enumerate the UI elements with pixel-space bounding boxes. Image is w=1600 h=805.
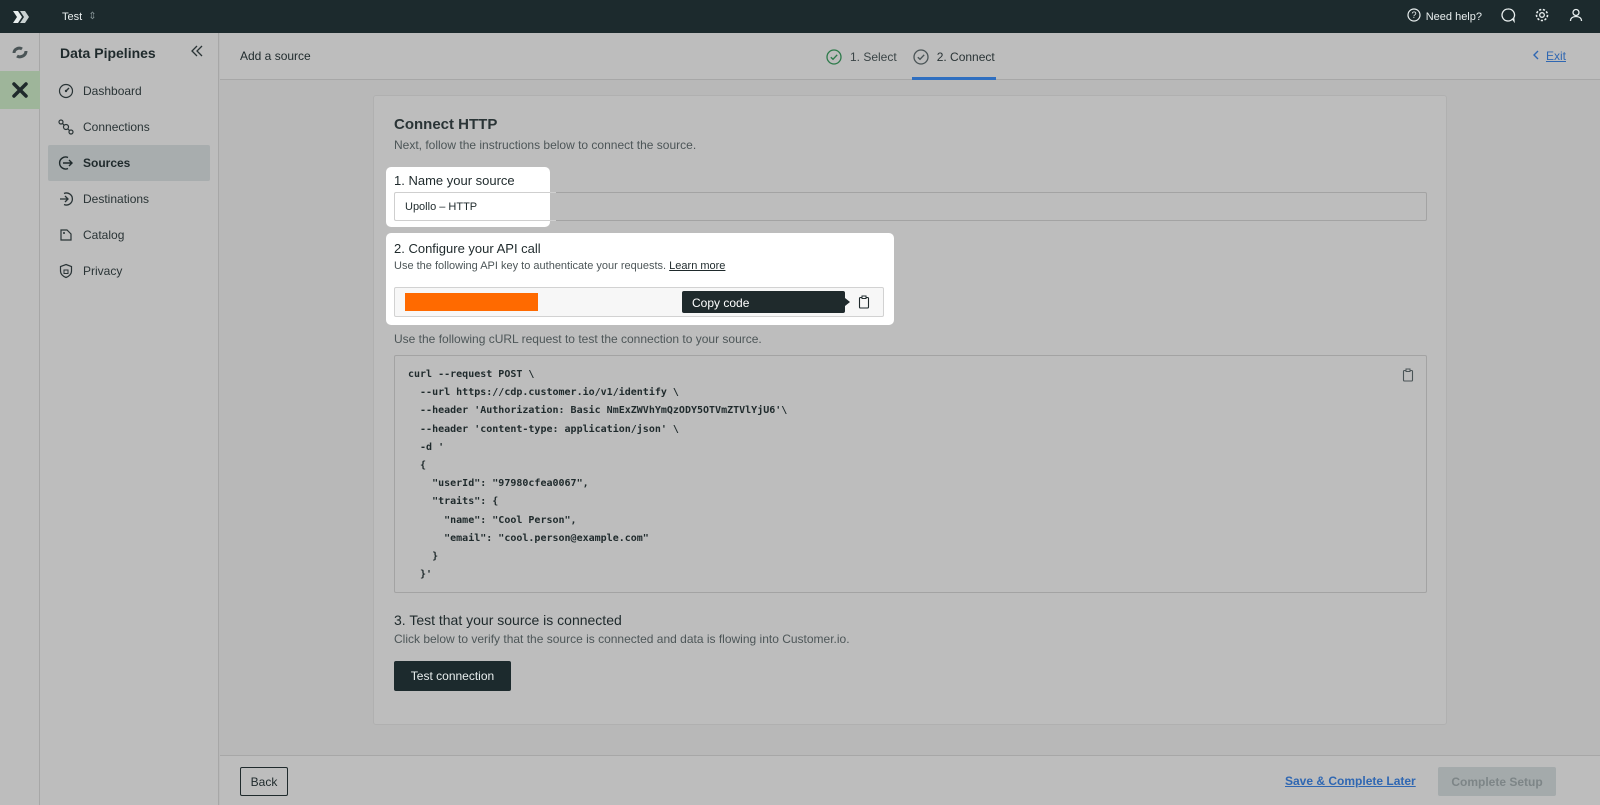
step-select[interactable]: 1. Select	[825, 33, 898, 80]
dashboard-icon	[58, 83, 74, 99]
customerio-logo-icon[interactable]	[0, 0, 40, 33]
gear-icon[interactable]	[1534, 7, 1550, 26]
collapse-sidebar-icon[interactable]	[190, 44, 204, 62]
configure-api-section: 2. Configure your API call Use the follo…	[386, 233, 894, 325]
clipboard-icon[interactable]	[858, 295, 870, 314]
workspace-name: Test	[62, 10, 83, 23]
exit-label: Exit	[1545, 49, 1566, 63]
source-name-input[interactable]: Upollo – HTTP	[394, 192, 556, 221]
data-pipelines-app-icon[interactable]	[0, 71, 40, 109]
sidebar-item-dashboard[interactable]: Dashboard	[48, 73, 210, 109]
step1-label: 1. Name your source	[394, 173, 515, 188]
sidebar-item-label: Connections	[83, 120, 150, 134]
back-button[interactable]: Back	[240, 767, 288, 796]
curl-code: curl --request POST \ --url https://cdp.…	[408, 369, 788, 581]
sidebar: Data Pipelines Dashboard Connections Sou…	[40, 33, 219, 805]
page-header: Add a source 1. Select 2. Connect Exit	[220, 33, 1600, 80]
help-circle-icon: ?	[1407, 8, 1421, 25]
user-icon[interactable]	[1568, 7, 1584, 26]
step-connect[interactable]: 2. Connect	[911, 33, 996, 80]
learn-more-link[interactable]: Learn more	[669, 260, 725, 272]
top-bar: Test ⇕ ? Need help?	[0, 0, 1600, 33]
complete-setup-button[interactable]: Complete Setup	[1438, 767, 1556, 796]
card-subtitle: Next, follow the instructions below to c…	[394, 138, 697, 152]
sidebar-item-sources[interactable]: Sources	[48, 145, 210, 181]
destinations-icon	[60, 192, 74, 206]
name-source-section: 1. Name your source Upollo – HTTP	[386, 167, 556, 227]
step3-label: 3. Test that your source is connected	[394, 612, 622, 628]
sidebar-item-label: Catalog	[83, 228, 125, 242]
step-label: 1. Select	[850, 49, 897, 64]
sidebar-item-label: Privacy	[83, 264, 123, 278]
curl-code-block: curl --request POST \ --url https://cdp.…	[394, 355, 1427, 593]
connect-card: Connect HTTP Next, follow the instructio…	[373, 95, 1447, 725]
test-connection-button[interactable]: Test connection	[394, 661, 511, 691]
main-content: Connect HTTP Next, follow the instructio…	[220, 80, 1600, 755]
sidebar-item-connections[interactable]: Connections	[48, 109, 210, 145]
sidebar-item-label: Dashboard	[83, 84, 142, 98]
sidebar-item-label: Sources	[83, 156, 131, 170]
need-help-label: Need help?	[1425, 10, 1482, 23]
api-key-field[interactable]: Copy code	[394, 287, 884, 317]
save-complete-later-link[interactable]: Save & Complete Later	[1285, 774, 1416, 788]
connections-icon	[58, 119, 74, 135]
card-title: Connect HTTP	[394, 116, 498, 133]
chevron-left-icon	[1532, 49, 1540, 63]
svg-text:?: ?	[1411, 10, 1416, 20]
step3-hint: Click below to verify that the source is…	[394, 632, 850, 646]
step2-label: 2. Configure your API call	[394, 241, 541, 256]
sidebar-item-destinations[interactable]: Destinations	[48, 181, 210, 217]
exit-link[interactable]: Exit	[1532, 49, 1566, 63]
footer-bar: Back Save & Complete Later Complete Setu…	[220, 755, 1600, 805]
redacted-api-key	[405, 293, 538, 311]
check-circle-icon	[913, 48, 929, 65]
wizard-steps: 1. Select 2. Connect	[825, 33, 996, 80]
sidebar-title: Data Pipelines	[60, 45, 156, 61]
sources-icon	[58, 156, 73, 170]
privacy-icon	[59, 263, 73, 279]
chat-icon[interactable]	[1500, 7, 1516, 26]
api-key-hint-text: Use the following API key to authenticat…	[394, 260, 667, 272]
check-circle-icon	[826, 48, 842, 65]
workspace-switcher[interactable]: Test ⇕	[62, 11, 97, 23]
sidebar-item-label: Destinations	[83, 192, 150, 206]
app-switcher-rail	[0, 33, 40, 805]
sidebar-item-catalog[interactable]: Catalog	[48, 217, 210, 253]
page-title: Add a source	[240, 49, 311, 63]
catalog-icon	[60, 229, 72, 241]
journeys-app-icon[interactable]	[0, 33, 40, 71]
copy-code-tooltip: Copy code	[682, 291, 850, 313]
clipboard-icon[interactable]	[1402, 368, 1414, 387]
chevron-updown-icon: ⇕	[88, 11, 97, 22]
need-help-button[interactable]: ? Need help?	[1407, 8, 1482, 25]
sidebar-item-privacy[interactable]: Privacy	[48, 253, 210, 289]
curl-hint: Use the following cURL request to test t…	[394, 332, 762, 346]
api-key-hint: Use the following API key to authenticat…	[394, 260, 725, 272]
step-label: 2. Connect	[936, 49, 995, 64]
